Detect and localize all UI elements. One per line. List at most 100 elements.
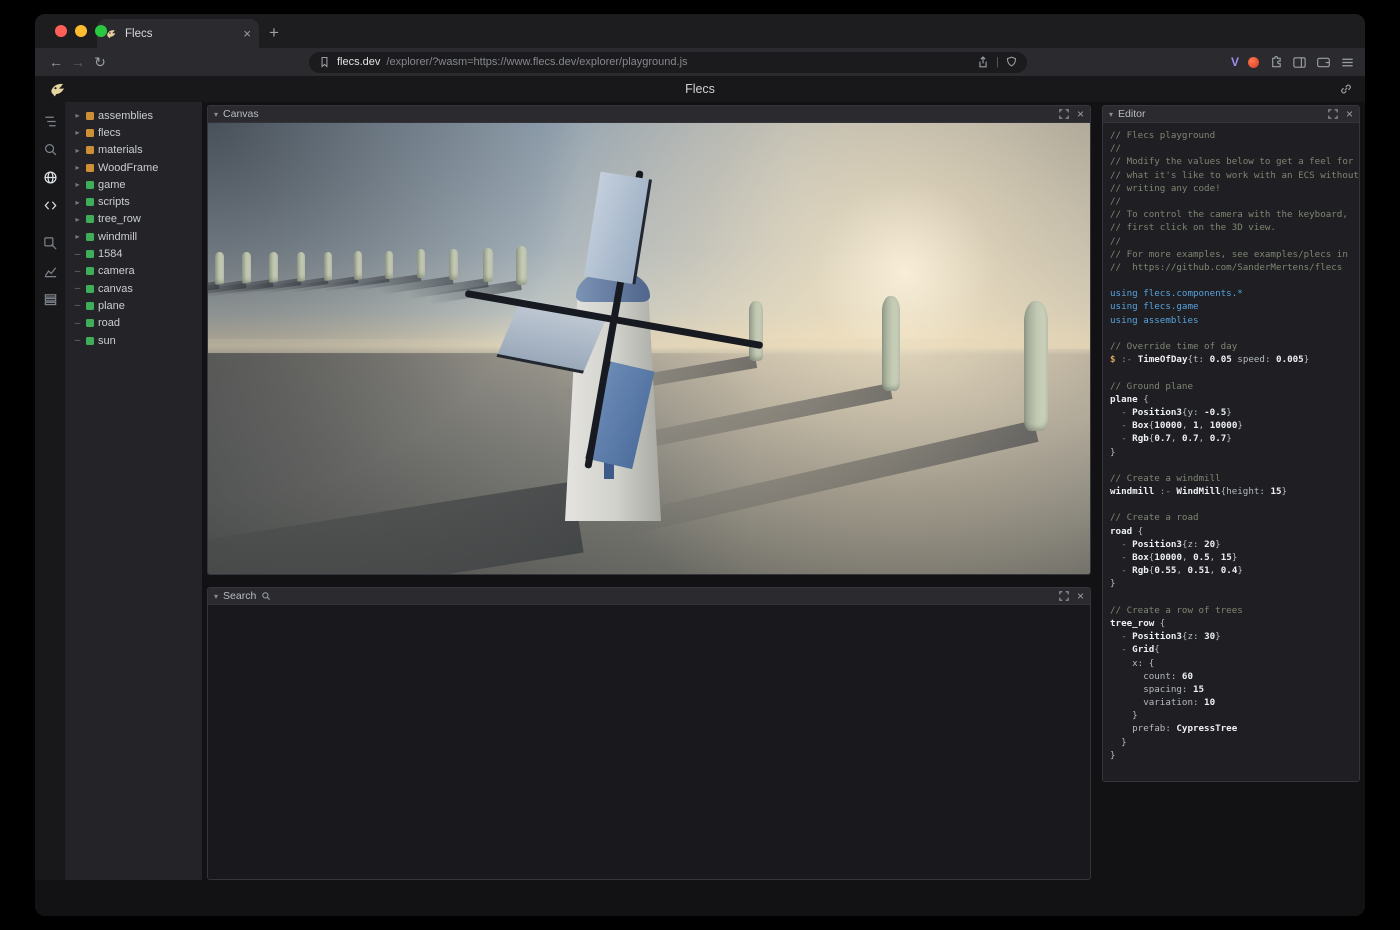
tree-item-label: flecs xyxy=(98,127,121,139)
cypress-tree-3d xyxy=(749,301,763,361)
close-icon[interactable]: × xyxy=(1077,108,1084,120)
zoom-window-button[interactable] xyxy=(95,25,107,37)
world-3d-icon[interactable] xyxy=(40,167,60,187)
tree-item-label: game xyxy=(98,179,126,191)
cypress-tree-3d xyxy=(297,252,305,282)
cypress-tree-3d xyxy=(516,246,527,285)
tree-item-assemblies[interactable]: ▸assemblies xyxy=(66,107,202,124)
share-icon[interactable] xyxy=(976,55,990,69)
tree-item-1584[interactable]: –1584 xyxy=(66,245,202,262)
tree-item-WoodFrame[interactable]: ▸ WoodFrame xyxy=(66,159,202,176)
code-line: $ :- TimeOfDay{t: 0.05 speed: 0.005} xyxy=(1110,353,1357,366)
logs-icon[interactable] xyxy=(40,289,60,309)
code-line: // what it's like to work with an ECS wi… xyxy=(1110,169,1357,182)
tab-close-icon[interactable]: × xyxy=(243,26,251,41)
flecs-logo-icon[interactable] xyxy=(48,79,68,99)
search-results-area[interactable] xyxy=(208,605,1090,879)
extension-icon[interactable] xyxy=(1248,57,1259,68)
bookmark-icon[interactable] xyxy=(318,55,331,69)
code-editor[interactable]: // Flecs playground//// Modify the value… xyxy=(1103,123,1359,781)
expand-icon[interactable] xyxy=(1059,591,1069,601)
tree-item-windmill[interactable]: ▸ windmill xyxy=(66,228,202,245)
code-line: // xyxy=(1110,235,1357,248)
forward-button[interactable]: → xyxy=(67,51,89,73)
code-line: } xyxy=(1110,736,1357,749)
reload-button[interactable]: ↻ xyxy=(89,51,111,73)
search-panel: ▾ Search × xyxy=(207,587,1091,880)
entity-badge xyxy=(86,302,94,310)
tree-item-camera[interactable]: –camera xyxy=(66,263,202,280)
puzzle-icon[interactable] xyxy=(1268,55,1283,70)
search-tool-icon[interactable] xyxy=(40,139,60,159)
tree-item-game[interactable]: ▸ game xyxy=(66,176,202,193)
toolbar-extensions: V xyxy=(1231,55,1355,70)
code-line: // Flecs playground xyxy=(1110,129,1357,142)
entity-badge xyxy=(86,250,94,258)
expand-icon[interactable] xyxy=(1328,109,1338,119)
back-button[interactable]: ← xyxy=(45,51,67,73)
side-panel-icon[interactable] xyxy=(1292,55,1307,70)
tree-item-label: sun xyxy=(98,335,116,347)
shield-icon[interactable] xyxy=(1005,55,1018,69)
tree-item-plane[interactable]: –plane xyxy=(66,297,202,314)
tree-item-label: windmill xyxy=(98,231,137,243)
expand-icon[interactable] xyxy=(1059,109,1069,119)
tree-item-tree_row[interactable]: ▸tree_row xyxy=(66,211,202,228)
tree-item-flecs[interactable]: ▸ flecs xyxy=(66,124,202,141)
tree-item-road[interactable]: –road xyxy=(66,315,202,332)
code-line: - Box{10000, 0.5, 15} xyxy=(1110,551,1357,564)
code-line: // xyxy=(1110,195,1357,208)
entity-tree-icon[interactable] xyxy=(40,111,60,131)
expand-arrow-icon[interactable]: ▸ xyxy=(73,232,82,241)
expand-arrow-icon[interactable]: ▸ xyxy=(73,111,82,120)
code-line: - Rgb{0.7, 0.7, 0.7} xyxy=(1110,432,1357,445)
expand-arrow-icon[interactable]: ▸ xyxy=(73,146,82,155)
editor-panel-header[interactable]: ▾ Editor × xyxy=(1103,106,1359,123)
code-editor-icon[interactable] xyxy=(40,195,60,215)
expand-arrow-icon[interactable]: ▸ xyxy=(73,180,82,189)
tree-item-label: road xyxy=(98,317,120,329)
vpn-icon[interactable]: V xyxy=(1231,55,1239,69)
minimize-window-button[interactable] xyxy=(75,25,87,37)
code-line: road { xyxy=(1110,525,1357,538)
leaf-dash-icon: – xyxy=(73,249,82,260)
tree-item-label: materials xyxy=(98,144,143,156)
close-icon[interactable]: × xyxy=(1077,590,1084,602)
tree-item-canvas[interactable]: –canvas xyxy=(66,280,202,297)
search-panel-header[interactable]: ▾ Search × xyxy=(208,588,1090,605)
chevron-down-icon[interactable]: ▾ xyxy=(1109,110,1113,119)
leaf-dash-icon: – xyxy=(73,335,82,346)
close-icon[interactable]: × xyxy=(1346,108,1353,120)
expand-arrow-icon[interactable]: ▸ xyxy=(73,163,82,172)
address-bar[interactable]: flecs.dev /explorer/?wasm=https://www.fl… xyxy=(309,52,1027,73)
code-line xyxy=(1110,274,1357,287)
code-line xyxy=(1110,366,1357,379)
canvas-panel-header[interactable]: ▾ Canvas × xyxy=(208,106,1090,123)
chevron-down-icon[interactable]: ▾ xyxy=(214,592,218,601)
cypress-tree-3d xyxy=(483,248,493,282)
browser-tab[interactable]: Flecs × xyxy=(97,19,259,48)
tree-item-materials[interactable]: ▸ materials xyxy=(66,142,202,159)
expand-arrow-icon[interactable]: ▸ xyxy=(73,215,82,224)
statistics-icon[interactable] xyxy=(40,261,60,281)
tab-title: Flecs xyxy=(125,28,236,40)
wallet-icon[interactable] xyxy=(1316,55,1331,70)
code-line: // Ground plane xyxy=(1110,380,1357,393)
canvas-3d-view[interactable] xyxy=(208,123,1090,574)
inspector-icon[interactable] xyxy=(40,233,60,253)
menu-icon[interactable] xyxy=(1340,55,1355,70)
close-window-button[interactable] xyxy=(55,25,67,37)
new-tab-button[interactable]: + xyxy=(269,23,279,43)
expand-arrow-icon[interactable]: ▸ xyxy=(73,198,82,207)
tree-item-label: WoodFrame xyxy=(98,162,158,174)
code-line: tree_row { xyxy=(1110,617,1357,630)
tree-item-scripts[interactable]: ▸scripts xyxy=(66,193,202,210)
link-icon[interactable] xyxy=(1339,82,1353,96)
browser-window: Flecs × + ← → ↻ flecs.dev /explorer/?was… xyxy=(35,14,1365,916)
tree-item-sun[interactable]: – sun xyxy=(66,332,202,349)
module-badge xyxy=(86,146,94,154)
expand-arrow-icon[interactable]: ▸ xyxy=(73,128,82,137)
chevron-down-icon[interactable]: ▾ xyxy=(214,110,218,119)
browser-toolbar: ← → ↻ flecs.dev /explorer/?wasm=https://… xyxy=(35,48,1365,76)
url-path: /explorer/?wasm=https://www.flecs.dev/ex… xyxy=(386,56,970,68)
